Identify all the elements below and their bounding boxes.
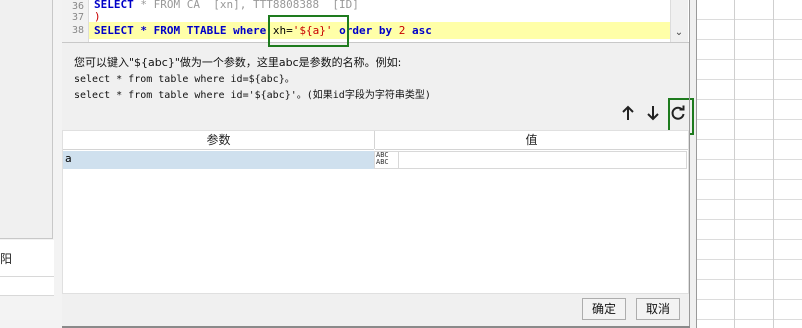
type-icon-bottom: ABC — [376, 158, 389, 166]
code-line-38: SELECT * FROM TTABLE where xh='${a}' ord… — [94, 24, 432, 37]
arrow-down-icon[interactable] — [643, 105, 663, 125]
param-name-cell[interactable]: a — [65, 152, 72, 165]
code-line-36: SELECT * FROM CA [xn], TTT8808388 [ID] — [94, 0, 359, 11]
line-number: 37 — [71, 12, 84, 23]
spreadsheet-grid — [696, 0, 802, 328]
grid-line — [734, 0, 735, 328]
help-text-line2: select * from table where id=${abc}。 — [74, 74, 295, 85]
left-cell-label: 阳 — [0, 252, 13, 266]
text-type-icon[interactable]: ABC ABC — [376, 152, 396, 168]
code-text: * FROM CA [xn], TTT8808388 [ID] — [133, 0, 359, 11]
help-text-line3: select * from table where id='${abc}'。(如… — [74, 90, 431, 101]
cancel-button[interactable]: 取消 — [636, 298, 680, 320]
parameter-highlight-box — [268, 15, 349, 47]
line-number: 36 — [71, 1, 84, 12]
help-text-line1: 您可以键入"${abc}"做为一个参数，这里abc是参数的名称。例如: — [74, 56, 402, 69]
code-text: * FROM TTABLE — [133, 24, 234, 37]
arrow-up-icon[interactable] — [618, 105, 638, 125]
column-header-value[interactable]: 值 — [375, 131, 688, 150]
scroll-down-icon[interactable]: ⌄ — [673, 26, 685, 40]
column-header-param[interactable]: 参数 — [63, 131, 374, 150]
line-number: 38 — [71, 25, 84, 36]
code-keyword: asc — [405, 24, 432, 37]
ok-button[interactable]: 确定 — [582, 298, 626, 320]
code-line-37: ) — [94, 10, 101, 23]
left-inner-panel — [0, 0, 53, 239]
param-value-input[interactable] — [398, 152, 686, 168]
left-cell-2 — [0, 277, 54, 296]
table-row-selected[interactable] — [63, 151, 374, 169]
grid-line — [773, 0, 774, 328]
dialog-border-right — [689, 0, 690, 328]
code-keyword: where — [233, 24, 267, 37]
code-keyword: SELECT — [94, 24, 134, 37]
